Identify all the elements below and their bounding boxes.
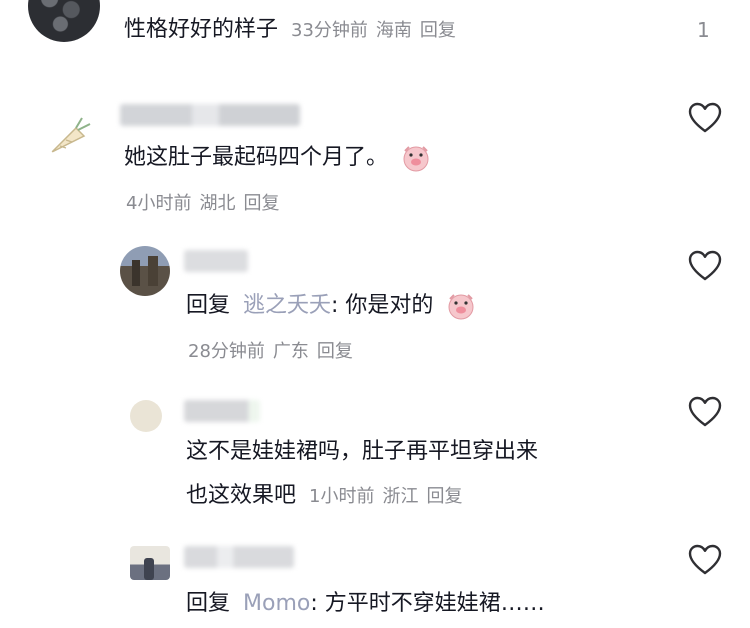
reply-button[interactable]: 回复 — [426, 486, 462, 507]
heart-outline-icon[interactable] — [688, 102, 722, 134]
comment-location: 湖北 — [199, 193, 236, 214]
avatar[interactable] — [46, 112, 94, 160]
comment-text-row: 她这肚子最起码四个月了。 — [124, 142, 431, 174]
like-count: 1 — [697, 18, 710, 42]
reply-button[interactable]: 回复 — [243, 193, 279, 214]
reply-time: 28分钟前 — [188, 341, 265, 362]
heart-outline-icon[interactable] — [688, 250, 722, 282]
reply-text: 这不是娃娃裙吗，肚子再平坦穿出来 — [186, 439, 539, 464]
mention-link[interactable]: 逃之夭夭 — [243, 293, 331, 318]
carrot-avatar-icon — [51, 117, 91, 153]
avatar[interactable] — [120, 246, 170, 296]
blurred-username — [184, 546, 294, 568]
comment-time: 4小时前 — [126, 193, 192, 214]
heart-outline-icon[interactable] — [688, 396, 722, 428]
pig-face-emoji-icon — [403, 146, 429, 172]
avatar[interactable] — [130, 546, 170, 580]
comment-row: 性格好好的样子 33分钟前 海南 回复 — [124, 14, 464, 46]
blurred-username — [184, 400, 260, 422]
reply-prefix: 回复 — [186, 293, 231, 318]
heart-outline-icon[interactable] — [688, 544, 722, 576]
avatar[interactable] — [28, 0, 100, 42]
reply-prefix: 回复 — [186, 591, 231, 616]
comment-meta: 4小时前 湖北 回复 — [126, 192, 287, 216]
comment-location: 海南 — [375, 20, 412, 41]
reply-text-line2: 也这效果吧 — [186, 483, 297, 508]
reply-meta: 28分钟前 广东 回复 — [188, 340, 361, 364]
reply-text-row: 回复 Momo: 方平时不穿娃娃裙…… — [186, 588, 545, 620]
reply-text: : 方平时不穿娃娃裙…… — [310, 591, 545, 616]
comment-text: 性格好好的样子 — [124, 17, 279, 42]
blurred-username — [184, 250, 248, 272]
reply-text: : 你是对的 — [331, 293, 434, 318]
reply-location: 广东 — [272, 341, 309, 362]
reply-location: 浙江 — [382, 486, 419, 507]
comment-time: 33分钟前 — [291, 20, 368, 41]
pig-face-emoji-icon — [448, 294, 474, 320]
comment-text: 她这肚子最起码四个月了。 — [124, 145, 389, 170]
reply-text-row: 也这效果吧 1小时前 浙江 回复 — [186, 480, 470, 512]
reply-button[interactable]: 回复 — [317, 341, 353, 362]
mention-link[interactable]: Momo — [243, 591, 310, 616]
reply-text-row: 回复 逃之夭夭: 你是对的 — [186, 290, 476, 322]
blurred-username — [120, 104, 300, 126]
reply-button[interactable]: 回复 — [420, 20, 456, 41]
reply-time: 1小时前 — [309, 486, 375, 507]
avatar[interactable] — [130, 400, 162, 432]
